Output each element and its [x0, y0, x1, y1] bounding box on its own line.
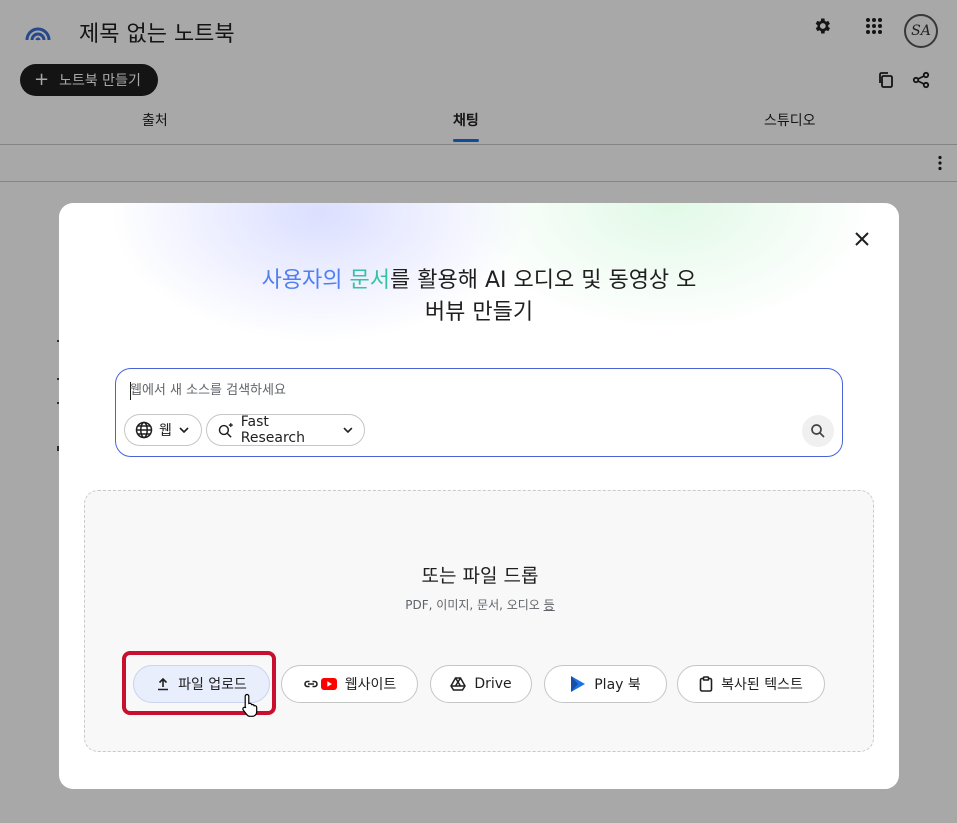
drop-subtitle-types: PDF, 이미지, 문서, 오디오	[405, 598, 544, 612]
link-icon	[303, 678, 319, 690]
search-submit-button[interactable]	[802, 415, 834, 447]
pasted-text-source-button[interactable]: 복사된 텍스트	[677, 665, 825, 703]
research-sparkle-icon	[218, 423, 233, 438]
file-drop-zone[interactable]: 또는 파일 드롭 PDF, 이미지, 문서, 오디오 등 파일 업로드 웹사이트…	[84, 490, 874, 752]
globe-icon	[135, 421, 153, 439]
pointer-cursor-icon	[242, 693, 258, 717]
dialog-headline: 사용자의 문서를 활용해 AI 오디오 및 동영상 오 버뷰 만들기	[179, 265, 779, 329]
source-type-label: 웹	[159, 423, 172, 439]
clipboard-icon	[699, 676, 713, 692]
headline-part3: 를 활용해 AI 오디오 및 동영상 오	[390, 268, 697, 293]
more-file-types-link[interactable]: 등	[544, 598, 555, 612]
website-source-label: 웹사이트	[344, 677, 397, 693]
play-books-source-button[interactable]: Play 북	[544, 665, 667, 703]
source-type-dropdown[interactable]: 웹	[124, 414, 202, 446]
web-search-input[interactable]	[130, 383, 730, 398]
headline-part2: 문서	[349, 268, 391, 293]
drive-source-button[interactable]: Drive	[430, 665, 532, 703]
website-source-button[interactable]: 웹사이트	[281, 665, 418, 703]
search-icon	[811, 424, 825, 438]
pasted-text-source-label: 복사된 텍스트	[721, 677, 803, 693]
headline-line2: 버뷰 만들기	[424, 300, 534, 325]
add-sources-dialog: 사용자의 문서를 활용해 AI 오디오 및 동영상 오 버뷰 만들기 웹 Fas…	[59, 203, 899, 789]
play-books-source-label: Play 북	[594, 677, 641, 693]
chevron-down-icon	[179, 427, 189, 434]
headline-part1: 사용자의	[261, 268, 350, 293]
drive-source-label: Drive	[474, 676, 512, 692]
research-mode-dropdown[interactable]: Fast Research	[206, 414, 365, 446]
drive-icon	[450, 677, 467, 691]
drop-subtitle: PDF, 이미지, 문서, 오디오 등	[85, 596, 875, 613]
research-mode-label: Fast Research	[240, 414, 305, 446]
drop-title: 또는 파일 드롭	[421, 565, 539, 587]
chevron-down-icon	[343, 427, 353, 434]
close-icon[interactable]	[851, 228, 873, 250]
play-books-icon	[570, 675, 586, 693]
youtube-icon	[320, 678, 337, 690]
web-search-box: 웹 Fast Research	[115, 368, 843, 457]
